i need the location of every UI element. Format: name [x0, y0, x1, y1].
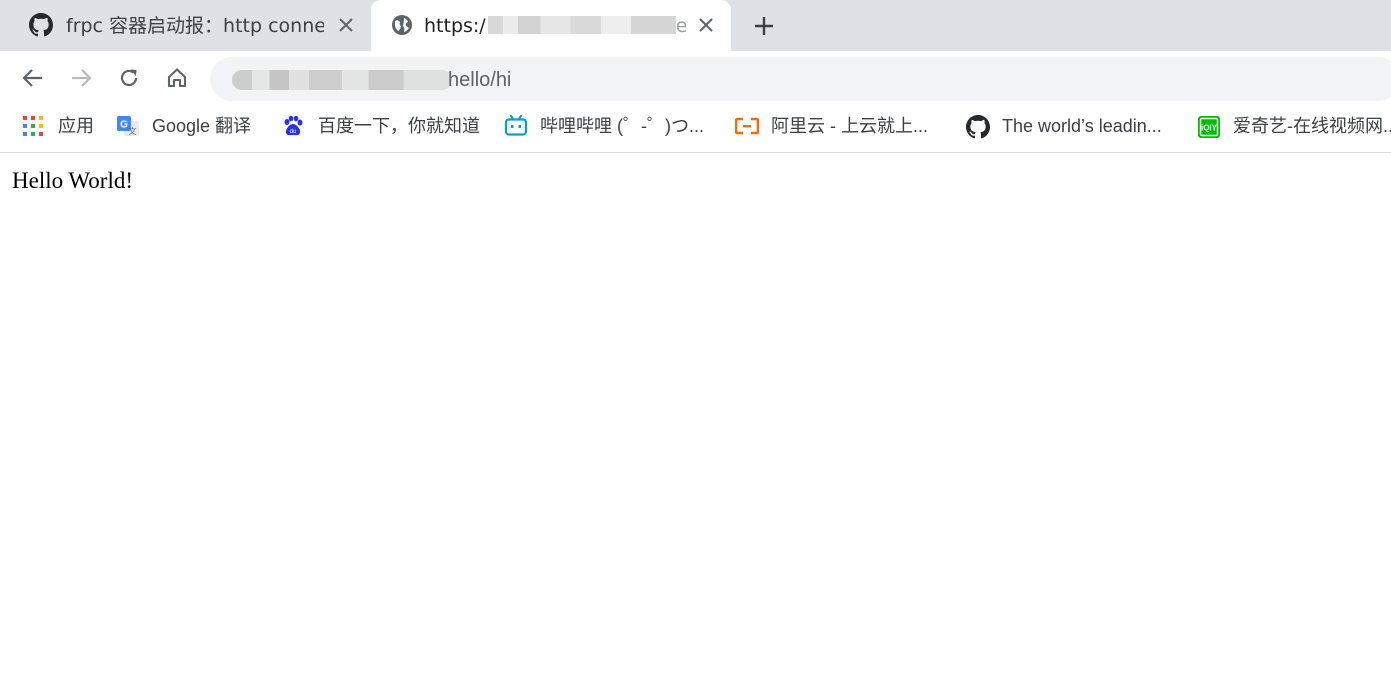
aliyun-icon	[734, 115, 760, 137]
bookmark-label: Google 翻译	[152, 116, 252, 136]
tab-strip: frpc 容器启动报：http connect https:/ ello	[0, 0, 1391, 51]
svg-text:iQIY: iQIY	[1201, 124, 1218, 133]
reload-button[interactable]	[115, 64, 143, 92]
google-translate-icon: G 文	[116, 115, 139, 137]
back-button[interactable]	[19, 64, 47, 92]
bookmark-aliyun[interactable]: 阿里云 - 上云就上...	[734, 113, 928, 139]
globe-icon	[390, 13, 414, 37]
bookmark-iqiyi[interactable]: iQIY 爱奇艺-在线视频网...	[1197, 113, 1391, 139]
tab-frpc[interactable]: frpc 容器启动报：http connect	[0, 0, 371, 51]
url-text: hello/hi	[448, 69, 512, 91]
tab-active[interactable]: https:/ ello	[371, 0, 731, 51]
back-icon	[22, 69, 42, 87]
bookmark-label: 爱奇艺-在线视频网...	[1233, 116, 1391, 136]
reload-icon	[120, 69, 138, 87]
bookmark-label: The world’s leadin...	[1002, 116, 1162, 136]
bookmark-apps[interactable]: 应用	[22, 113, 94, 139]
svg-text:G: G	[120, 120, 128, 131]
bilibili-icon	[504, 115, 528, 137]
redacted-url	[232, 70, 452, 90]
redacted-url	[487, 16, 676, 34]
bookmark-label: 应用	[58, 116, 94, 136]
tab-title: frpc 容器启动报：http connect	[66, 15, 324, 37]
forward-button[interactable]	[67, 64, 95, 92]
tab-title-suffix: ello	[675, 15, 686, 37]
address-bar[interactable]: hello/hi	[210, 57, 1391, 101]
apps-grid-icon	[22, 115, 44, 137]
github-icon	[29, 13, 53, 37]
bookmark-bilibili[interactable]: 哔哩哔哩 (゜-゜)つ...	[504, 113, 704, 139]
github-icon	[966, 115, 990, 139]
new-tab-button[interactable]	[750, 12, 778, 40]
baidu-icon: du	[282, 115, 304, 137]
svg-text:文: 文	[129, 126, 137, 136]
bookmark-label: 哔哩哔哩 (゜-゜)つ...	[540, 116, 704, 136]
toolbar: hello/hi	[0, 51, 1391, 106]
bookmark-baidu[interactable]: du 百度一下，你就知道	[282, 113, 480, 139]
page-body-text: Hello World!	[12, 168, 134, 193]
bookmark-label: 阿里云 - 上云就上...	[771, 116, 928, 136]
close-tab-icon[interactable]	[695, 14, 717, 36]
bookmark-github[interactable]: The world’s leadin...	[966, 113, 1162, 139]
page-viewport: Hello World!	[0, 154, 1391, 684]
tab-title: https:/ ello	[424, 13, 686, 39]
plus-icon	[755, 17, 773, 35]
forward-icon	[72, 69, 92, 87]
home-button[interactable]	[163, 64, 191, 92]
iqiyi-icon: iQIY	[1197, 115, 1220, 138]
svg-text:du: du	[290, 129, 297, 135]
tab-title-prefix: https:/	[424, 15, 486, 37]
home-icon	[167, 68, 187, 88]
close-tab-icon[interactable]	[335, 14, 357, 36]
bookmarks-bar: 应用 G 文 Google 翻译 du 百度一下，你就知道 哔哩哔哩 (゜-゜)…	[0, 106, 1391, 153]
bookmark-label: 百度一下，你就知道	[318, 116, 480, 136]
bookmark-google-translate[interactable]: G 文 Google 翻译	[116, 113, 251, 139]
